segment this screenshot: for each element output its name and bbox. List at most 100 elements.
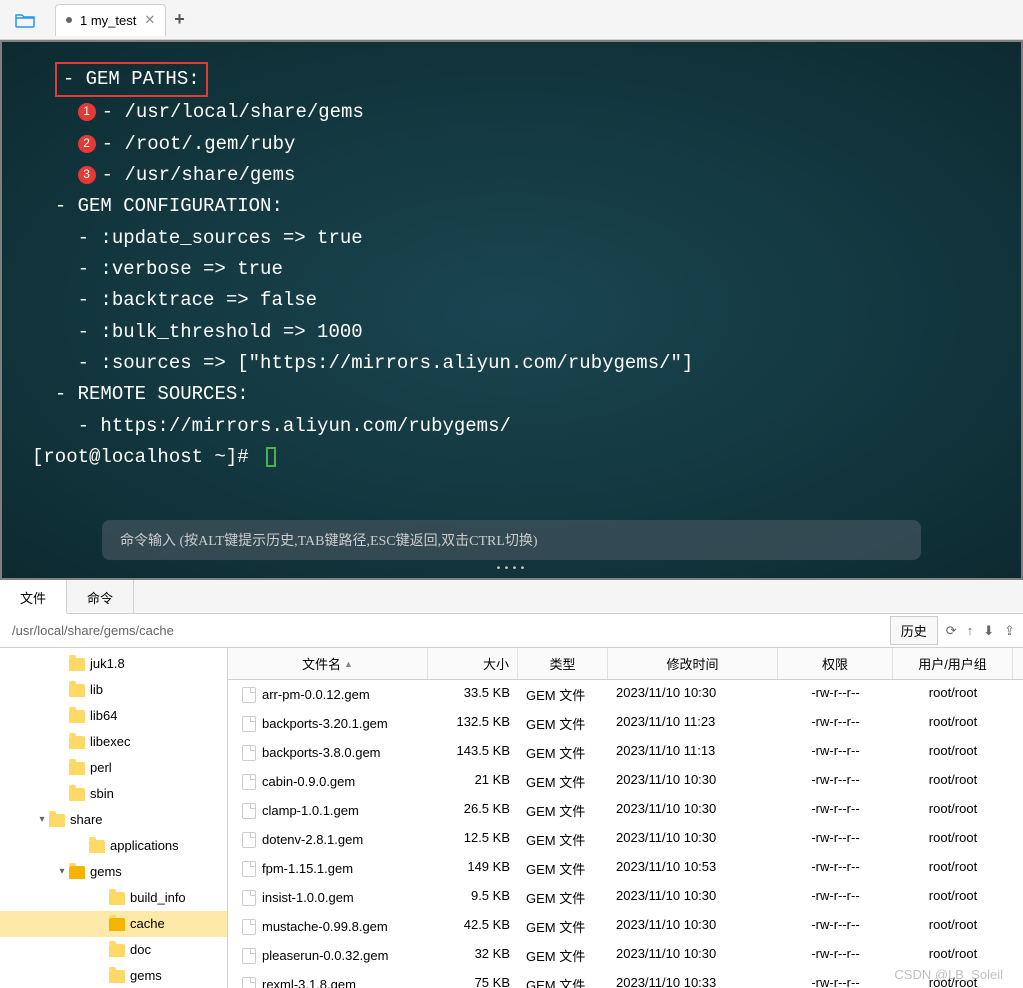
tree-item-gems[interactable]: ▾gems xyxy=(0,859,227,885)
file-type: GEM 文件 xyxy=(518,683,608,706)
file-type: GEM 文件 xyxy=(518,712,608,735)
current-path[interactable]: /usr/local/share/gems/cache xyxy=(8,623,890,638)
file-size: 149 KB xyxy=(428,857,518,880)
file-perm: -rw-r--r-- xyxy=(778,712,893,735)
add-tab-button[interactable]: + xyxy=(174,9,185,30)
tree-item-share[interactable]: ▾share xyxy=(0,807,227,833)
file-owner: root/root xyxy=(893,828,1013,851)
folder-open-icon[interactable] xyxy=(10,8,40,32)
file-name: cabin-0.9.0.gem xyxy=(262,774,355,789)
file-mtime: 2023/11/10 10:30 xyxy=(608,886,778,909)
refresh-icon[interactable]: ⟳ xyxy=(946,623,957,639)
file-mtime: 2023/11/10 10:30 xyxy=(608,799,778,822)
tab-my-test[interactable]: 1 my_test ✕ xyxy=(55,4,166,36)
download-icon[interactable]: ⬇ xyxy=(983,623,994,639)
upload-icon[interactable]: ↑ xyxy=(967,623,974,639)
file-row[interactable]: fpm-1.15.1.gem149 KBGEM 文件2023/11/10 10:… xyxy=(228,854,1023,883)
file-row[interactable]: clamp-1.0.1.gem26.5 KBGEM 文件2023/11/10 1… xyxy=(228,796,1023,825)
tree-item-gems[interactable]: gems xyxy=(0,963,227,988)
tree-item-libexec[interactable]: libexec xyxy=(0,729,227,755)
file-icon xyxy=(242,832,256,848)
close-icon[interactable]: ✕ xyxy=(144,12,155,28)
export-icon[interactable]: ⇪ xyxy=(1004,623,1015,639)
col-name[interactable]: 文件名▲ xyxy=(228,648,428,679)
file-mtime: 2023/11/10 10:33 xyxy=(608,973,778,988)
file-icon xyxy=(242,774,256,790)
file-perm: -rw-r--r-- xyxy=(778,799,893,822)
file-row[interactable]: insist-1.0.0.gem9.5 KBGEM 文件2023/11/10 1… xyxy=(228,883,1023,912)
folder-icon xyxy=(69,736,85,749)
tree-item-label: lib64 xyxy=(90,706,117,726)
tab-modified-dot-icon xyxy=(66,17,72,23)
file-row[interactable]: rexml-3.1.8.gem75 KBGEM 文件2023/11/10 10:… xyxy=(228,970,1023,988)
file-size: 12.5 KB xyxy=(428,828,518,851)
tree-item-lib64[interactable]: lib64 xyxy=(0,703,227,729)
chevron-down-icon[interactable]: ▾ xyxy=(35,810,49,830)
file-owner: root/root xyxy=(893,799,1013,822)
history-button[interactable]: 历史 xyxy=(890,616,938,645)
tree-item-doc[interactable]: doc xyxy=(0,937,227,963)
tree-item-label: libexec xyxy=(90,732,130,752)
terminal[interactable]: - GEM PATHS: 1- /usr/local/share/gems 2-… xyxy=(0,40,1023,580)
tree-item-applications[interactable]: applications xyxy=(0,833,227,859)
tab-command[interactable]: 命令 xyxy=(67,580,134,613)
file-size: 143.5 KB xyxy=(428,741,518,764)
file-name: rexml-3.1.8.gem xyxy=(262,977,356,988)
file-owner: root/root xyxy=(893,712,1013,735)
folder-tree[interactable]: juk1.8lib lib64 libexec perl sbin▾shareappli… xyxy=(0,648,228,988)
file-row[interactable]: backports-3.20.1.gem132.5 KBGEM 文件2023/1… xyxy=(228,709,1023,738)
file-icon xyxy=(242,919,256,935)
file-row[interactable]: pleaserun-0.0.32.gem32 KBGEM 文件2023/11/1… xyxy=(228,941,1023,970)
tree-item-perl[interactable]: perl xyxy=(0,755,227,781)
tree-item-juk1.8[interactable]: juk1.8 xyxy=(0,651,227,677)
folder-icon xyxy=(49,814,65,827)
col-owner[interactable]: 用户/用户组 xyxy=(893,648,1013,679)
file-list: 文件名▲ 大小 类型 修改时间 权限 用户/用户组 arr-pm-0.0.12.… xyxy=(228,648,1023,988)
path-bar: /usr/local/share/gems/cache 历史 ⟳ ↑ ⬇ ⇪ xyxy=(0,614,1023,648)
file-row[interactable]: cabin-0.9.0.gem21 KBGEM 文件2023/11/10 10:… xyxy=(228,767,1023,796)
file-icon xyxy=(242,948,256,964)
file-mtime: 2023/11/10 10:30 xyxy=(608,944,778,967)
remote-sources-heading: - REMOTE SOURCES: xyxy=(32,379,991,410)
file-name: arr-pm-0.0.12.gem xyxy=(262,687,370,702)
file-icon xyxy=(242,716,256,732)
col-perm[interactable]: 权限 xyxy=(778,648,893,679)
resize-handle-icon[interactable]: •••• xyxy=(495,564,527,575)
tree-item-sbin[interactable]: sbin xyxy=(0,781,227,807)
tree-item-cache[interactable]: cache xyxy=(0,911,227,937)
chevron-down-icon[interactable]: ▾ xyxy=(55,862,69,882)
col-mtime[interactable]: 修改时间 xyxy=(608,648,778,679)
file-row[interactable]: backports-3.8.0.gem143.5 KBGEM 文件2023/11… xyxy=(228,738,1023,767)
file-perm: -rw-r--r-- xyxy=(778,770,893,793)
file-size: 26.5 KB xyxy=(428,799,518,822)
file-perm: -rw-r--r-- xyxy=(778,828,893,851)
col-size[interactable]: 大小 xyxy=(428,648,518,679)
command-input-hint[interactable]: 命令输入 (按ALT键提示历史,TAB键路径,ESC键返回,双击CTRL切换) xyxy=(102,520,921,560)
tree-item-lib[interactable]: lib xyxy=(0,677,227,703)
file-mtime: 2023/11/10 11:13 xyxy=(608,741,778,764)
file-mtime: 2023/11/10 10:53 xyxy=(608,857,778,880)
annotation-badge-2: 2 xyxy=(78,135,96,153)
file-owner: root/root xyxy=(893,915,1013,938)
config-line: - :verbose => true xyxy=(32,254,991,285)
tree-item-label: cache xyxy=(130,914,165,934)
folder-icon xyxy=(89,840,105,853)
annotation-badge-1: 1 xyxy=(78,103,96,121)
file-row[interactable]: arr-pm-0.0.12.gem33.5 KBGEM 文件2023/11/10… xyxy=(228,680,1023,709)
tree-item-build_info[interactable]: build_info xyxy=(0,885,227,911)
file-owner: root/root xyxy=(893,770,1013,793)
tab-file[interactable]: 文件 xyxy=(0,580,67,614)
file-name: dotenv-2.8.1.gem xyxy=(262,832,363,847)
gem-path-2: - /root/.gem/ruby xyxy=(102,133,296,155)
file-name: clamp-1.0.1.gem xyxy=(262,803,359,818)
tree-item-label: perl xyxy=(90,758,112,778)
file-name: pleaserun-0.0.32.gem xyxy=(262,948,388,963)
file-row[interactable]: dotenv-2.8.1.gem12.5 KBGEM 文件2023/11/10 … xyxy=(228,825,1023,854)
col-type[interactable]: 类型 xyxy=(518,648,608,679)
file-mtime: 2023/11/10 11:23 xyxy=(608,712,778,735)
file-perm: -rw-r--r-- xyxy=(778,683,893,706)
file-row[interactable]: mustache-0.99.8.gem42.5 KBGEM 文件2023/11/… xyxy=(228,912,1023,941)
file-icon xyxy=(242,803,256,819)
file-mtime: 2023/11/10 10:30 xyxy=(608,828,778,851)
file-icon xyxy=(242,861,256,877)
